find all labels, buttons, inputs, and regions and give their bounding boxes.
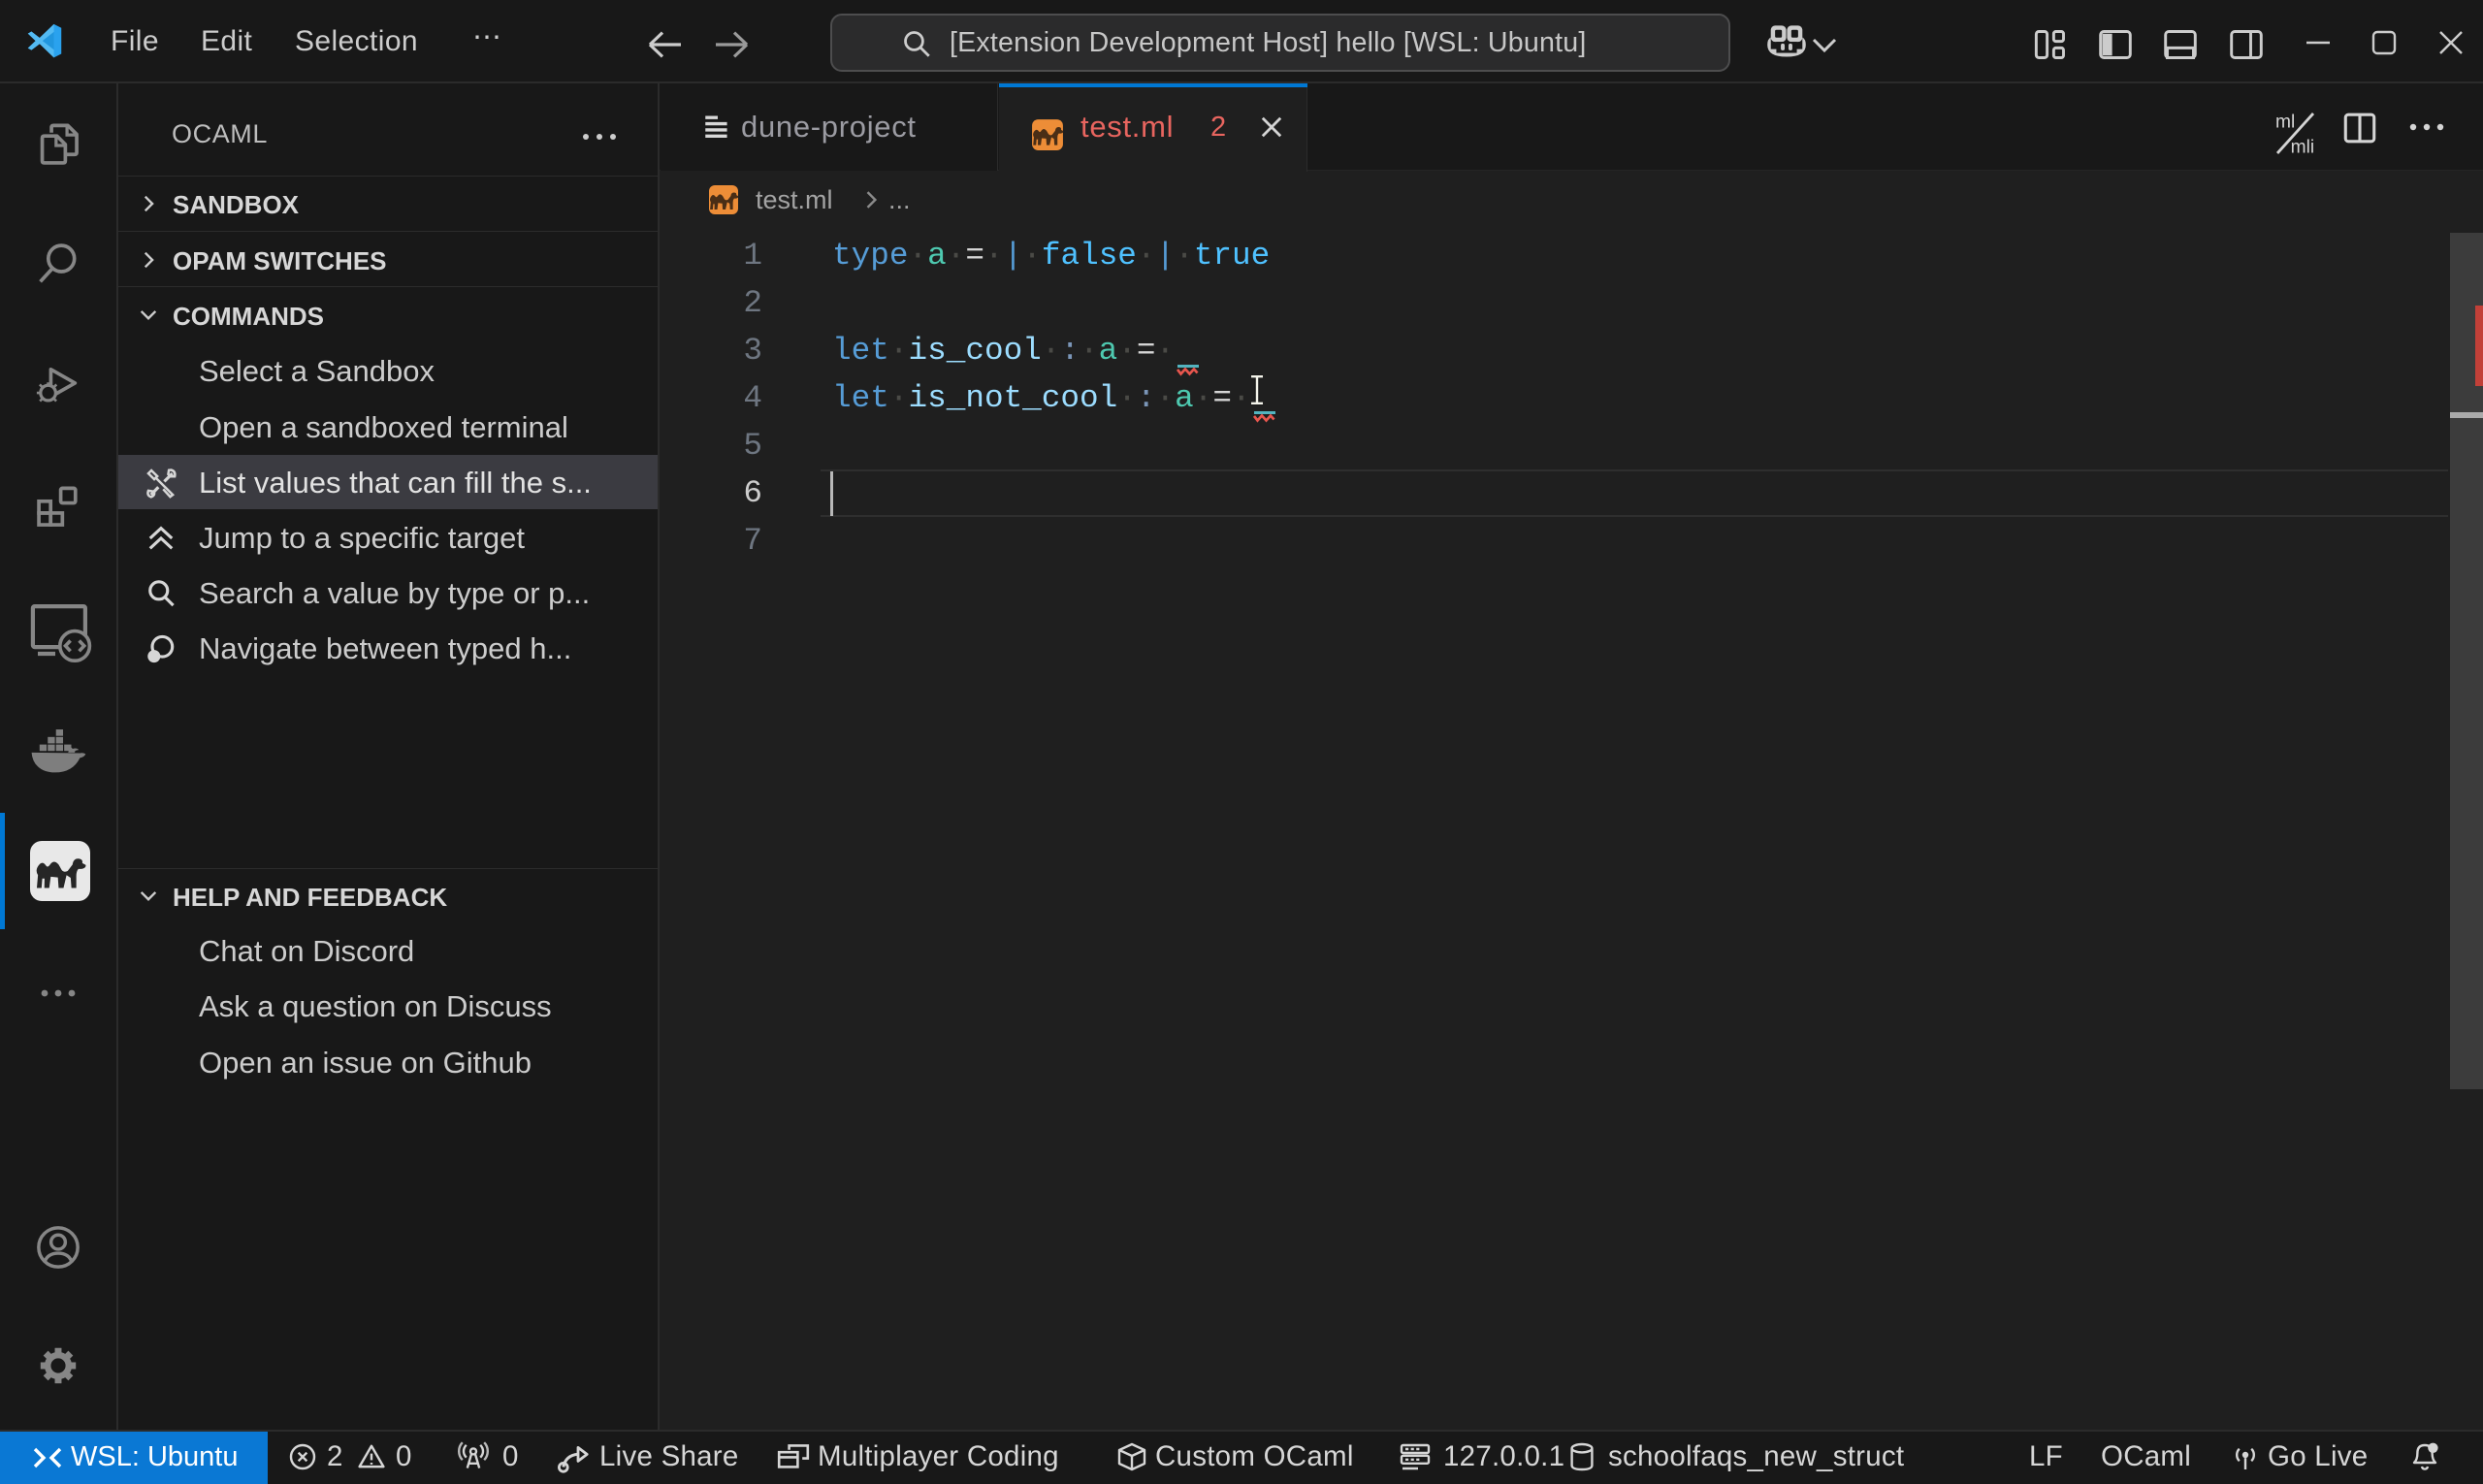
svg-text:ml: ml: [2275, 113, 2295, 133]
svg-text:mli: mli: [2291, 138, 2315, 158]
